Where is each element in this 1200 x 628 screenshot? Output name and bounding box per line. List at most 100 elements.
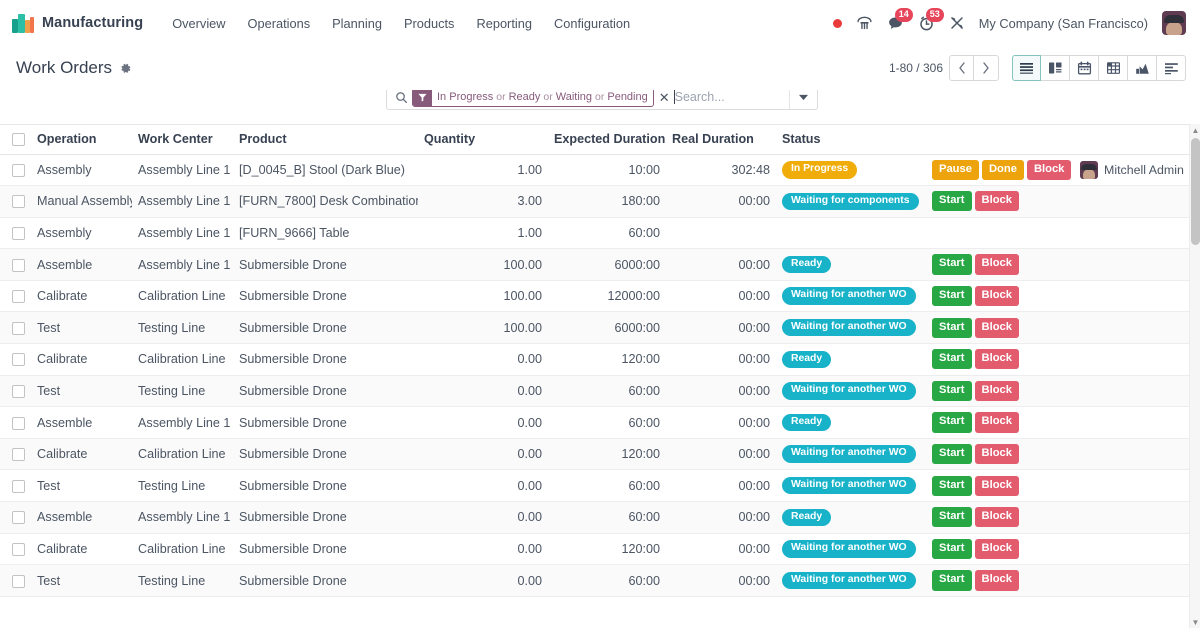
pivot-view-button[interactable]	[1099, 55, 1128, 81]
row-checkbox[interactable]	[12, 448, 25, 462]
voip-phone-icon[interactable]	[856, 15, 873, 32]
menu-item-operations[interactable]: Operations	[237, 10, 322, 37]
select-all-checkbox[interactable]	[12, 133, 25, 147]
block-button[interactable]: Block	[974, 444, 1019, 465]
cell-actions: Start Block	[926, 406, 1074, 439]
app-brand[interactable]: Manufacturing	[12, 13, 143, 33]
column-header-expected-duration[interactable]: Expected Duration	[548, 125, 666, 155]
block-button[interactable]: Block	[974, 570, 1019, 591]
column-header-work-center[interactable]: Work Center	[132, 125, 233, 155]
column-header-quantity[interactable]: Quantity	[418, 125, 548, 155]
row-checkbox[interactable]	[12, 258, 25, 272]
block-button[interactable]: Block	[974, 191, 1019, 212]
start-button[interactable]: Start	[932, 380, 972, 402]
column-header-status[interactable]: Status	[776, 125, 926, 155]
table-row[interactable]: Calibrate Calibration Line Submersible Dro…	[0, 343, 1200, 376]
row-checkbox[interactable]	[12, 479, 25, 493]
start-button[interactable]: Start	[932, 475, 972, 496]
start-button[interactable]: Start	[932, 286, 972, 307]
start-button[interactable]: Start	[932, 507, 972, 528]
row-checkbox[interactable]	[12, 385, 25, 399]
start-button[interactable]: Start	[932, 538, 972, 560]
block-button[interactable]: Block	[974, 380, 1019, 402]
table-row[interactable]: Test Testing Line Submersible Drone 0.00 60:…	[0, 469, 1200, 503]
scroll-up-icon[interactable]: ▲	[1190, 124, 1200, 136]
row-checkbox[interactable]	[12, 163, 25, 177]
table-row[interactable]: Test Testing Line Submersible Drone 100.00 6…	[0, 311, 1200, 345]
start-button[interactable]: Start	[932, 412, 972, 433]
row-checkbox[interactable]	[12, 511, 25, 525]
row-checkbox[interactable]	[12, 290, 25, 304]
cell-operation: Assemble	[31, 501, 132, 534]
cell-operation: Test	[31, 375, 132, 408]
block-button[interactable]: Block	[974, 349, 1019, 370]
company-switcher[interactable]: My Company (San Francisco)	[979, 16, 1148, 31]
block-button[interactable]: Block	[974, 475, 1019, 496]
column-header-real-duration[interactable]: Real Duration	[666, 125, 776, 155]
cell-product: Submersible Drone	[233, 280, 418, 313]
column-header-operation[interactable]: Operation	[31, 125, 132, 155]
scroll-down-icon[interactable]: ▼	[1190, 616, 1200, 628]
table-row[interactable]: Test Testing Line Submersible Drone 0.00 60:…	[0, 375, 1200, 408]
cell-quantity: 100.00	[418, 248, 548, 281]
start-button[interactable]: Start	[932, 444, 972, 465]
vertical-scrollbar[interactable]: ▲ ▼	[1189, 124, 1200, 628]
row-checkbox[interactable]	[12, 574, 25, 588]
cell-work-center: Assembly Line 1	[132, 501, 233, 534]
row-select-cell	[0, 406, 31, 439]
menu-item-reporting[interactable]: Reporting	[465, 10, 543, 37]
row-checkbox[interactable]	[12, 321, 25, 335]
cell-work-center: Assembly Line 1	[132, 406, 233, 439]
block-button[interactable]: Block	[974, 507, 1019, 528]
block-button[interactable]: Block	[974, 538, 1019, 560]
user-avatar[interactable]	[1162, 11, 1186, 35]
table-row[interactable]: Assemble Assembly Line 1 Submersible Drone…	[0, 501, 1200, 534]
row-checkbox[interactable]	[12, 416, 25, 430]
table-row[interactable]: Calibrate Calibration Line Submersible Dro…	[0, 533, 1200, 566]
table-row[interactable]: Assembly Assembly Line 1 [FURN_9666] Table…	[0, 217, 1200, 250]
menu-item-overview[interactable]: Overview	[161, 10, 236, 37]
table-row[interactable]: Test Testing Line Submersible Drone 0.00 60:…	[0, 564, 1200, 597]
search-facet[interactable]: In Progress or Ready or Waiting or Pendi…	[412, 87, 654, 107]
block-button[interactable]: Block	[974, 317, 1019, 338]
column-header-product[interactable]: Product	[233, 125, 418, 155]
menu-item-configuration[interactable]: Configuration	[543, 10, 641, 37]
remove-facet-close-icon[interactable]: ✕	[658, 91, 674, 104]
row-checkbox[interactable]	[12, 543, 25, 556]
gear-icon[interactable]	[119, 62, 132, 75]
pager-previous-button[interactable]	[949, 55, 974, 81]
table-row[interactable]: Assemble Assembly Line 1 Submersible Drone…	[0, 248, 1200, 281]
done-button[interactable]: Done	[981, 159, 1024, 180]
pager-next-button[interactable]	[974, 55, 999, 81]
graph-view-button[interactable]	[1128, 55, 1157, 81]
start-button[interactable]: Start	[932, 317, 972, 338]
start-button[interactable]: Start	[932, 254, 972, 275]
block-button[interactable]: Block	[974, 254, 1019, 275]
debug-wrench-icon[interactable]	[949, 15, 965, 31]
menu-item-products[interactable]: Products	[393, 10, 466, 37]
table-row[interactable]: Assemble Assembly Line 1 Submersible Drone…	[0, 406, 1200, 439]
menu-item-planning[interactable]: Planning	[321, 10, 393, 37]
row-checkbox[interactable]	[12, 227, 25, 241]
row-checkbox[interactable]	[12, 195, 25, 209]
start-button[interactable]: Start	[932, 349, 972, 370]
start-button[interactable]: Start	[932, 191, 972, 212]
table-row[interactable]: Assembly Assembly Line 1 [D_0045_B] Stool …	[0, 154, 1200, 187]
cell-status: In Progress	[776, 154, 926, 187]
start-button[interactable]: Start	[932, 570, 972, 591]
activities-clock-icon[interactable]: 53	[918, 7, 944, 32]
table-row[interactable]: Calibrate Calibration Line Submersible Dro…	[0, 438, 1200, 471]
block-button[interactable]: Block	[1026, 159, 1072, 180]
messages-icon[interactable]: 14	[887, 7, 913, 32]
list-view-button[interactable]	[1012, 55, 1041, 81]
block-button[interactable]: Block	[974, 286, 1019, 307]
pause-button[interactable]: Pause	[932, 159, 979, 180]
table-row[interactable]: Calibrate Calibration Line Submersible Dro…	[0, 280, 1200, 313]
scrollbar-thumb[interactable]	[1191, 138, 1200, 245]
calendar-view-button[interactable]	[1070, 55, 1099, 81]
row-checkbox[interactable]	[12, 353, 25, 367]
table-row[interactable]: Manual Assembly Assembly Line 1 [FURN_7800…	[0, 185, 1200, 218]
kanban-view-button[interactable]	[1041, 55, 1070, 81]
activity-view-button[interactable]	[1157, 55, 1186, 81]
block-button[interactable]: Block	[974, 412, 1019, 433]
